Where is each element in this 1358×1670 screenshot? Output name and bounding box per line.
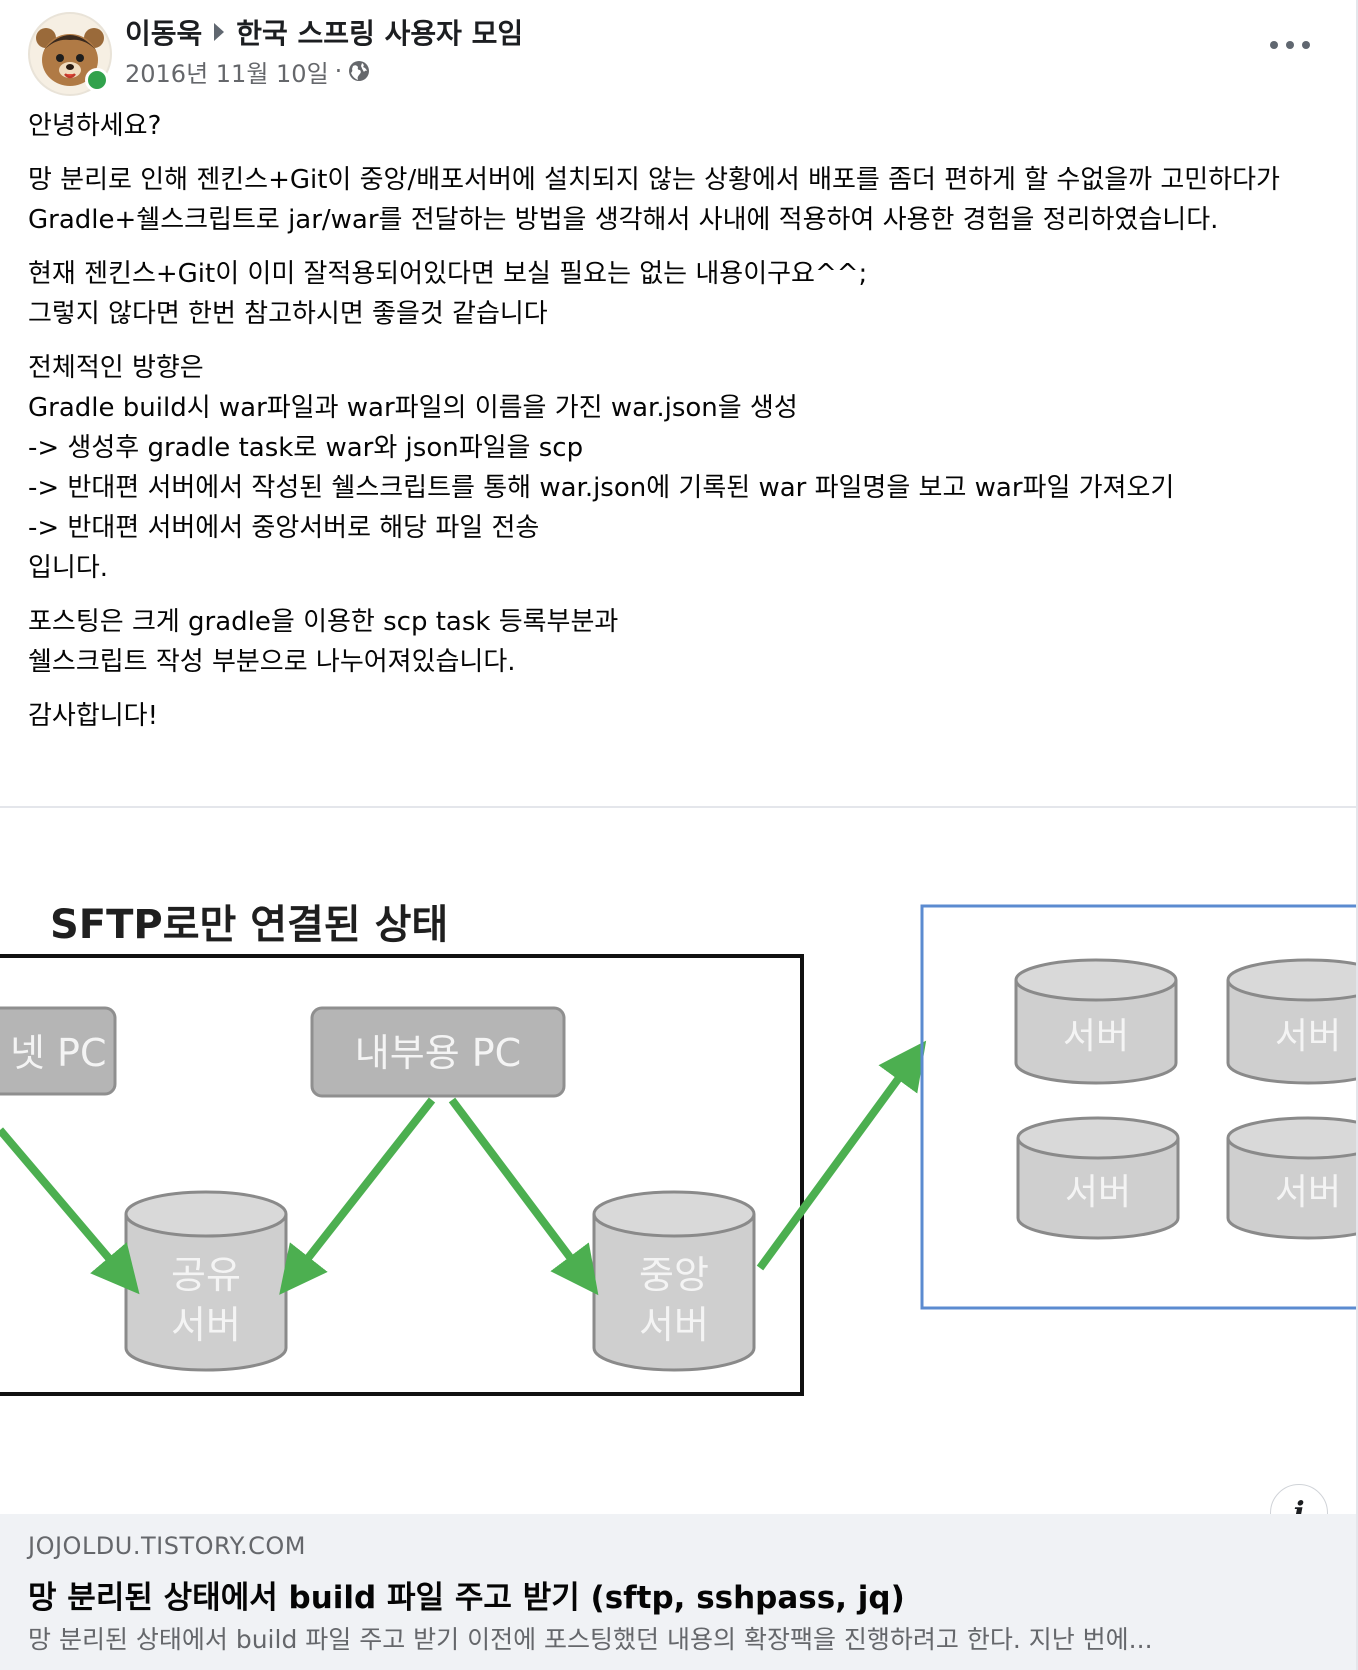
post-text-line: Gradle build시 war파일과 war파일의 이름을 가진 war.j… xyxy=(28,393,798,423)
arrow-central-to-servers xyxy=(756,1040,927,1271)
post-paragraph: 전체적인 방향은 Gradle build시 war파일과 war파일의 이름을 … xyxy=(28,348,1328,588)
post-text-line: 입니다. xyxy=(28,553,109,583)
server-label-1: 서버 xyxy=(1063,1016,1129,1057)
server-label-4: 서버 xyxy=(1275,1172,1341,1213)
diagram-title: SFTP로만 연결된 상태 xyxy=(50,902,448,948)
central-server-label-1: 중앙 xyxy=(639,1253,709,1297)
shared-server-cylinder: 공유 서버 xyxy=(124,1190,288,1372)
post-header-title: 이동욱 한국 스프링 사용자 모임 xyxy=(125,12,523,52)
arrow-internal-to-shared xyxy=(279,1097,436,1295)
internal-pc-label: 내부용 PC xyxy=(355,1031,521,1075)
globe-icon[interactable] xyxy=(348,60,370,82)
link-description: 망 분리된 상태에서 build 파일 주고 받기 이전에 포스팅했던 내용의 … xyxy=(28,1625,1153,1654)
online-status-indicator xyxy=(85,68,109,92)
post-text-line: 그렇지 않다면 한번 참고하시면 좋을것 같습니다 xyxy=(28,299,548,329)
link-preview-card[interactable]: JOJOLDU.TISTORY.COM 망 분리된 상태에서 build 파일 … xyxy=(0,1514,1356,1670)
server-cylinder-2: 서버 xyxy=(1226,958,1356,1085)
left-pc-label: 넷 PC xyxy=(10,1031,107,1075)
central-server-label-2: 서버 xyxy=(639,1303,709,1347)
network-diagram: SFTP로만 연결된 상태 넷 PC 내부용 PC 공유 서버 중앙 서버 서버… xyxy=(0,902,1356,1396)
post-text-line: -> 생성후 gradle task로 war와 json파일을 scp xyxy=(28,433,584,463)
post-text-line: -> 반대편 서버에서 중앙서버로 해당 파일 전송 xyxy=(28,513,540,543)
link-title[interactable]: 망 분리된 상태에서 build 파일 주고 받기 (sftp, sshpass… xyxy=(28,1572,905,1617)
post-paragraph: 포스팅은 크게 gradle을 이용한 scp task 등록부분과쉘스크립트 … xyxy=(28,602,1328,682)
post-text-line: -> 반대편 서버에서 작성된 쉘스크립트를 통해 war.json에 기록된 … xyxy=(28,473,1175,503)
post-text-line: 망 분리로 인해 젠킨스+Git이 중앙/배포서버에 설치되지 않는 상황에서 … xyxy=(28,165,1280,235)
post-text-line: 전체적인 방향은 xyxy=(28,353,204,383)
link-domain: JOJOLDU.TISTORY.COM xyxy=(28,1532,306,1560)
post-meta: 2016년 11월 10일 · xyxy=(125,54,370,89)
caret-right-icon xyxy=(214,23,225,41)
more-options-icon[interactable] xyxy=(1270,30,1310,60)
post-paragraph: 감사합니다! xyxy=(28,696,1328,736)
post-paragraph: 망 분리로 인해 젠킨스+Git이 중앙/배포서버에 설치되지 않는 상황에서 … xyxy=(28,160,1328,240)
author-name-link[interactable]: 이동욱 xyxy=(125,12,202,52)
shared-server-label-2: 서버 xyxy=(171,1303,241,1347)
arrow-internal-to-central xyxy=(448,1097,599,1296)
server-label-3: 서버 xyxy=(1065,1172,1131,1213)
arrow-leftpc-to-shared xyxy=(0,1127,140,1295)
post-text-line: 쉘스크립트 작성 부분으로 나누어져있습니다. xyxy=(28,647,516,677)
post-text-line: 포스팅은 크게 gradle을 이용한 scp task 등록부분과 xyxy=(28,607,619,637)
server-cylinder-4: 서버 xyxy=(1226,1116,1356,1240)
server-label-2: 서버 xyxy=(1275,1016,1341,1057)
server-cylinder-3: 서버 xyxy=(1016,1116,1180,1240)
post-body-text: 안녕하세요? 망 분리로 인해 젠킨스+Git이 중앙/배포서버에 설치되지 않는… xyxy=(28,106,1328,750)
post-text-line: 감사합니다! xyxy=(28,701,159,731)
post-paragraph: 현재 젠킨스+Git이 이미 잘적용되어있다면 보실 필요는 없는 내용이구요^… xyxy=(28,254,1328,334)
central-server-cylinder: 중앙 서버 xyxy=(592,1190,756,1372)
server-cylinder-1: 서버 xyxy=(1014,958,1178,1085)
group-name-link[interactable]: 한국 스프링 사용자 모임 xyxy=(236,12,523,52)
link-preview-image[interactable]: SFTP로만 연결된 상태 넷 PC 내부용 PC 공유 서버 중앙 서버 서버… xyxy=(0,808,1356,1513)
post-text-line: 안녕하세요? xyxy=(28,111,162,141)
shared-server-label-1: 공유 xyxy=(171,1253,241,1297)
post-date-link[interactable]: 2016년 11월 10일 xyxy=(125,54,329,89)
post-text-line: 현재 젠킨스+Git이 이미 잘적용되어있다면 보실 필요는 없는 내용이구요^… xyxy=(28,259,868,289)
meta-separator: · xyxy=(334,57,343,85)
post-paragraph: 안녕하세요? xyxy=(28,106,1328,146)
